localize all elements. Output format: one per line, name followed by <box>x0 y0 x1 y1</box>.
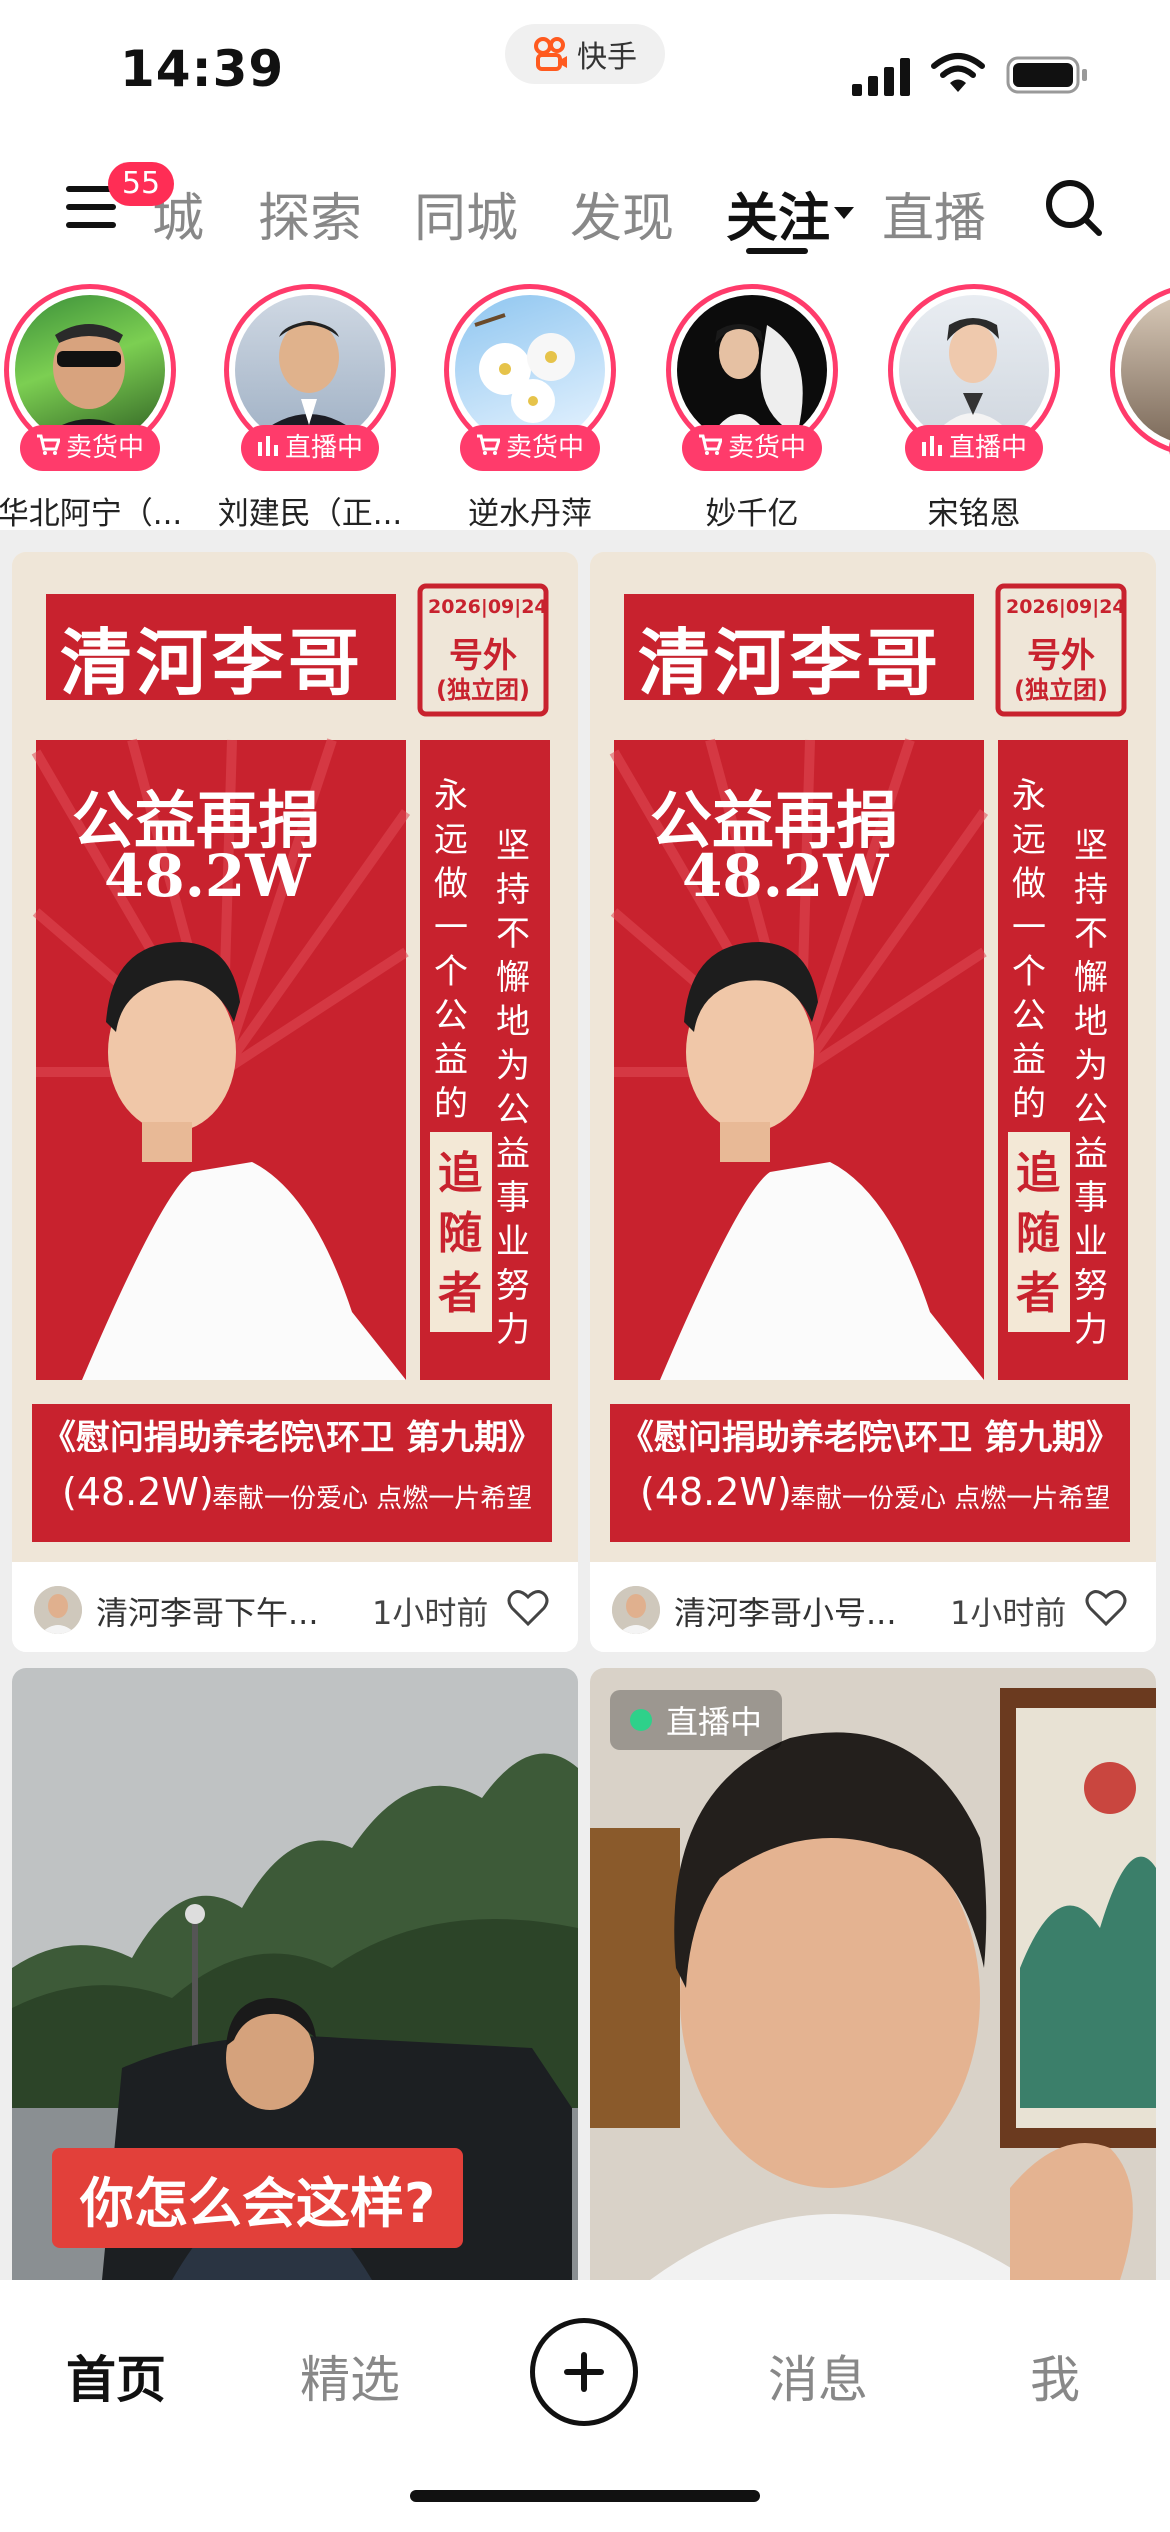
poster-date: 2026|09|24 <box>428 596 548 618</box>
poster-bottom-amount: (48.2W) <box>62 1470 214 1514</box>
story-name: 刘建民（正... <box>217 496 403 530</box>
avatar <box>899 295 1049 445</box>
status-tag: 直播中 <box>904 425 1044 471</box>
followed-live-row: 卖货中 华北阿宁（... 直播中 刘建民（正... 卖货中 逆水丹萍 卖货中 妙… <box>0 270 1170 530</box>
poster-vertical-right: 坚持不懈地为公益事业努力 <box>496 826 530 1350</box>
home-indicator <box>410 2490 760 2502</box>
live-badge: 直播中 <box>610 1690 783 1750</box>
poster-date: 2026|09|24 <box>1006 596 1126 618</box>
bars-icon <box>257 425 279 471</box>
battery-icon <box>1006 56 1090 98</box>
video-caption: 你怎么会这样? <box>52 2148 464 2248</box>
poster-title: 清河李哥 <box>638 621 943 705</box>
story-name: 妙千亿 <box>705 496 799 530</box>
tab-me[interactable]: 我 <box>1030 2340 1080 2412</box>
story-item[interactable]: 卖货中 逆水丹萍 <box>420 284 640 530</box>
feed-card-live[interactable]: 直播中 <box>590 1668 1156 2280</box>
tab-messages[interactable]: 消息 <box>768 2340 868 2412</box>
poster-vertical-highlight: 追随者 <box>1016 1148 1060 1319</box>
card-meta: 清河李哥下午... 1小时前 <box>12 1562 578 1652</box>
poster-bottom-slogan: 奉献一份爱心 点燃一片希望 <box>790 1484 1111 1514</box>
feed-card-video[interactable]: 你怎么会这样? <box>12 1668 578 2280</box>
poster-bottom-title: 《慰问捐助养老院\环卫 第九期》 <box>41 1418 543 1458</box>
poster-amount: 48.2W <box>682 842 889 910</box>
cart-icon <box>476 425 502 471</box>
story-item[interactable]: 直播中 刘建民（正... <box>200 284 420 530</box>
tab-home[interactable]: 首页 <box>66 2340 166 2412</box>
poster-bottom-title: 《慰问捐助养老院\环卫 第九期》 <box>619 1418 1121 1458</box>
like-heart-icon[interactable] <box>1084 1586 1128 1630</box>
avatar <box>677 295 827 445</box>
charity-poster: 清河李哥 2026|09|24 号外 (独立团) 公益再捐 48.2W 永远做一… <box>590 552 1156 1562</box>
poster-vertical-right: 坚持不懈地为公益事业努力 <box>1074 826 1108 1350</box>
poster-title: 清河李哥 <box>60 621 365 705</box>
feed-card[interactable]: 清河李哥 2026|09|24 号外 (独立团) 公益再捐 48.2W 永远做一… <box>590 552 1156 1652</box>
story-name: 宋铭恩 <box>927 496 1021 530</box>
status-tag: 卖货中 <box>681 425 823 471</box>
story-item[interactable]: 卖货中 妙千亿 <box>642 284 862 530</box>
author-name[interactable]: 清河李哥小号... <box>674 1588 897 1634</box>
cart-icon <box>36 425 62 471</box>
bars-icon <box>921 425 943 471</box>
like-heart-icon[interactable] <box>506 1586 550 1630</box>
top-navigation: 城 探索 同城 发现 关注 直播 <box>0 140 1170 270</box>
avatar <box>455 295 605 445</box>
live-dot-icon <box>630 1709 652 1731</box>
status-tag: 卖货中 <box>459 425 601 471</box>
author-avatar[interactable] <box>612 1586 660 1634</box>
avatar <box>235 295 385 445</box>
post-time: 1小时前 <box>950 1594 1067 1632</box>
signal-icon <box>852 56 914 100</box>
poster-bottom-slogan: 奉献一份爱心 点燃一片希望 <box>212 1484 533 1514</box>
story-item-partial[interactable] <box>1086 284 1170 471</box>
avatar <box>15 295 165 445</box>
app-indicator-pill[interactable]: 快手 <box>505 24 665 84</box>
poster-unit: (独立团) <box>436 676 530 704</box>
author-avatar[interactable] <box>34 1586 82 1634</box>
author-name[interactable]: 清河李哥下午... <box>96 1588 319 1634</box>
avatar <box>1121 295 1170 445</box>
app-name: 快手 <box>577 40 637 75</box>
charity-poster: 清河李哥 2026|09|24 号外 (独立团) 公益再捐 48.2W 永远做一… <box>12 552 578 1562</box>
poster-vertical-left: 永远做一个公益的 <box>434 776 468 1124</box>
caret-down-icon[interactable] <box>834 204 854 223</box>
story-item[interactable]: 卖货中 华北阿宁（... <box>0 284 200 530</box>
tab-local[interactable]: 同城 <box>414 176 518 251</box>
card-meta: 清河李哥小号... 1小时前 <box>590 1562 1156 1652</box>
clock: 14:39 <box>120 40 285 98</box>
status-tag: 直播中 <box>240 425 380 471</box>
tab-discover[interactable]: 发现 <box>570 176 674 251</box>
poster-bottom-amount: (48.2W) <box>640 1470 792 1514</box>
plus-icon <box>564 2352 604 2392</box>
tab-live[interactable]: 直播 <box>882 176 986 251</box>
active-tab-indicator <box>746 248 808 254</box>
status-tag: 卖货中 <box>19 425 161 471</box>
post-time: 1小时前 <box>372 1594 489 1632</box>
create-plus-button[interactable] <box>530 2318 638 2426</box>
cart-icon <box>698 425 724 471</box>
tab-featured[interactable]: 精选 <box>300 2340 400 2412</box>
tab-explore[interactable]: 探索 <box>258 176 362 251</box>
poster-unit: (独立团) <box>1014 676 1108 704</box>
story-item[interactable]: 直播中 宋铭恩 <box>864 284 1084 530</box>
notification-badge: 55 <box>108 162 174 206</box>
poster-vertical-highlight: 追随者 <box>438 1148 482 1319</box>
poster-vertical-left: 永远做一个公益的 <box>1012 776 1046 1124</box>
status-bar: 14:39 快手 <box>0 0 1170 140</box>
story-name: 逆水丹萍 <box>468 496 592 530</box>
kuaishou-logo-icon <box>533 36 569 72</box>
tab-following[interactable]: 关注 <box>726 176 830 251</box>
wifi-icon <box>930 52 986 98</box>
poster-amount: 48.2W <box>104 842 311 910</box>
story-name: 华北阿宁（... <box>0 496 183 530</box>
live-thumbnail <box>590 1668 1156 2280</box>
feed-card[interactable]: 清河李哥 2026|09|24 号外 (独立团) 公益再捐 48.2W 永远做一… <box>12 552 578 1652</box>
search-icon[interactable] <box>1044 178 1104 242</box>
